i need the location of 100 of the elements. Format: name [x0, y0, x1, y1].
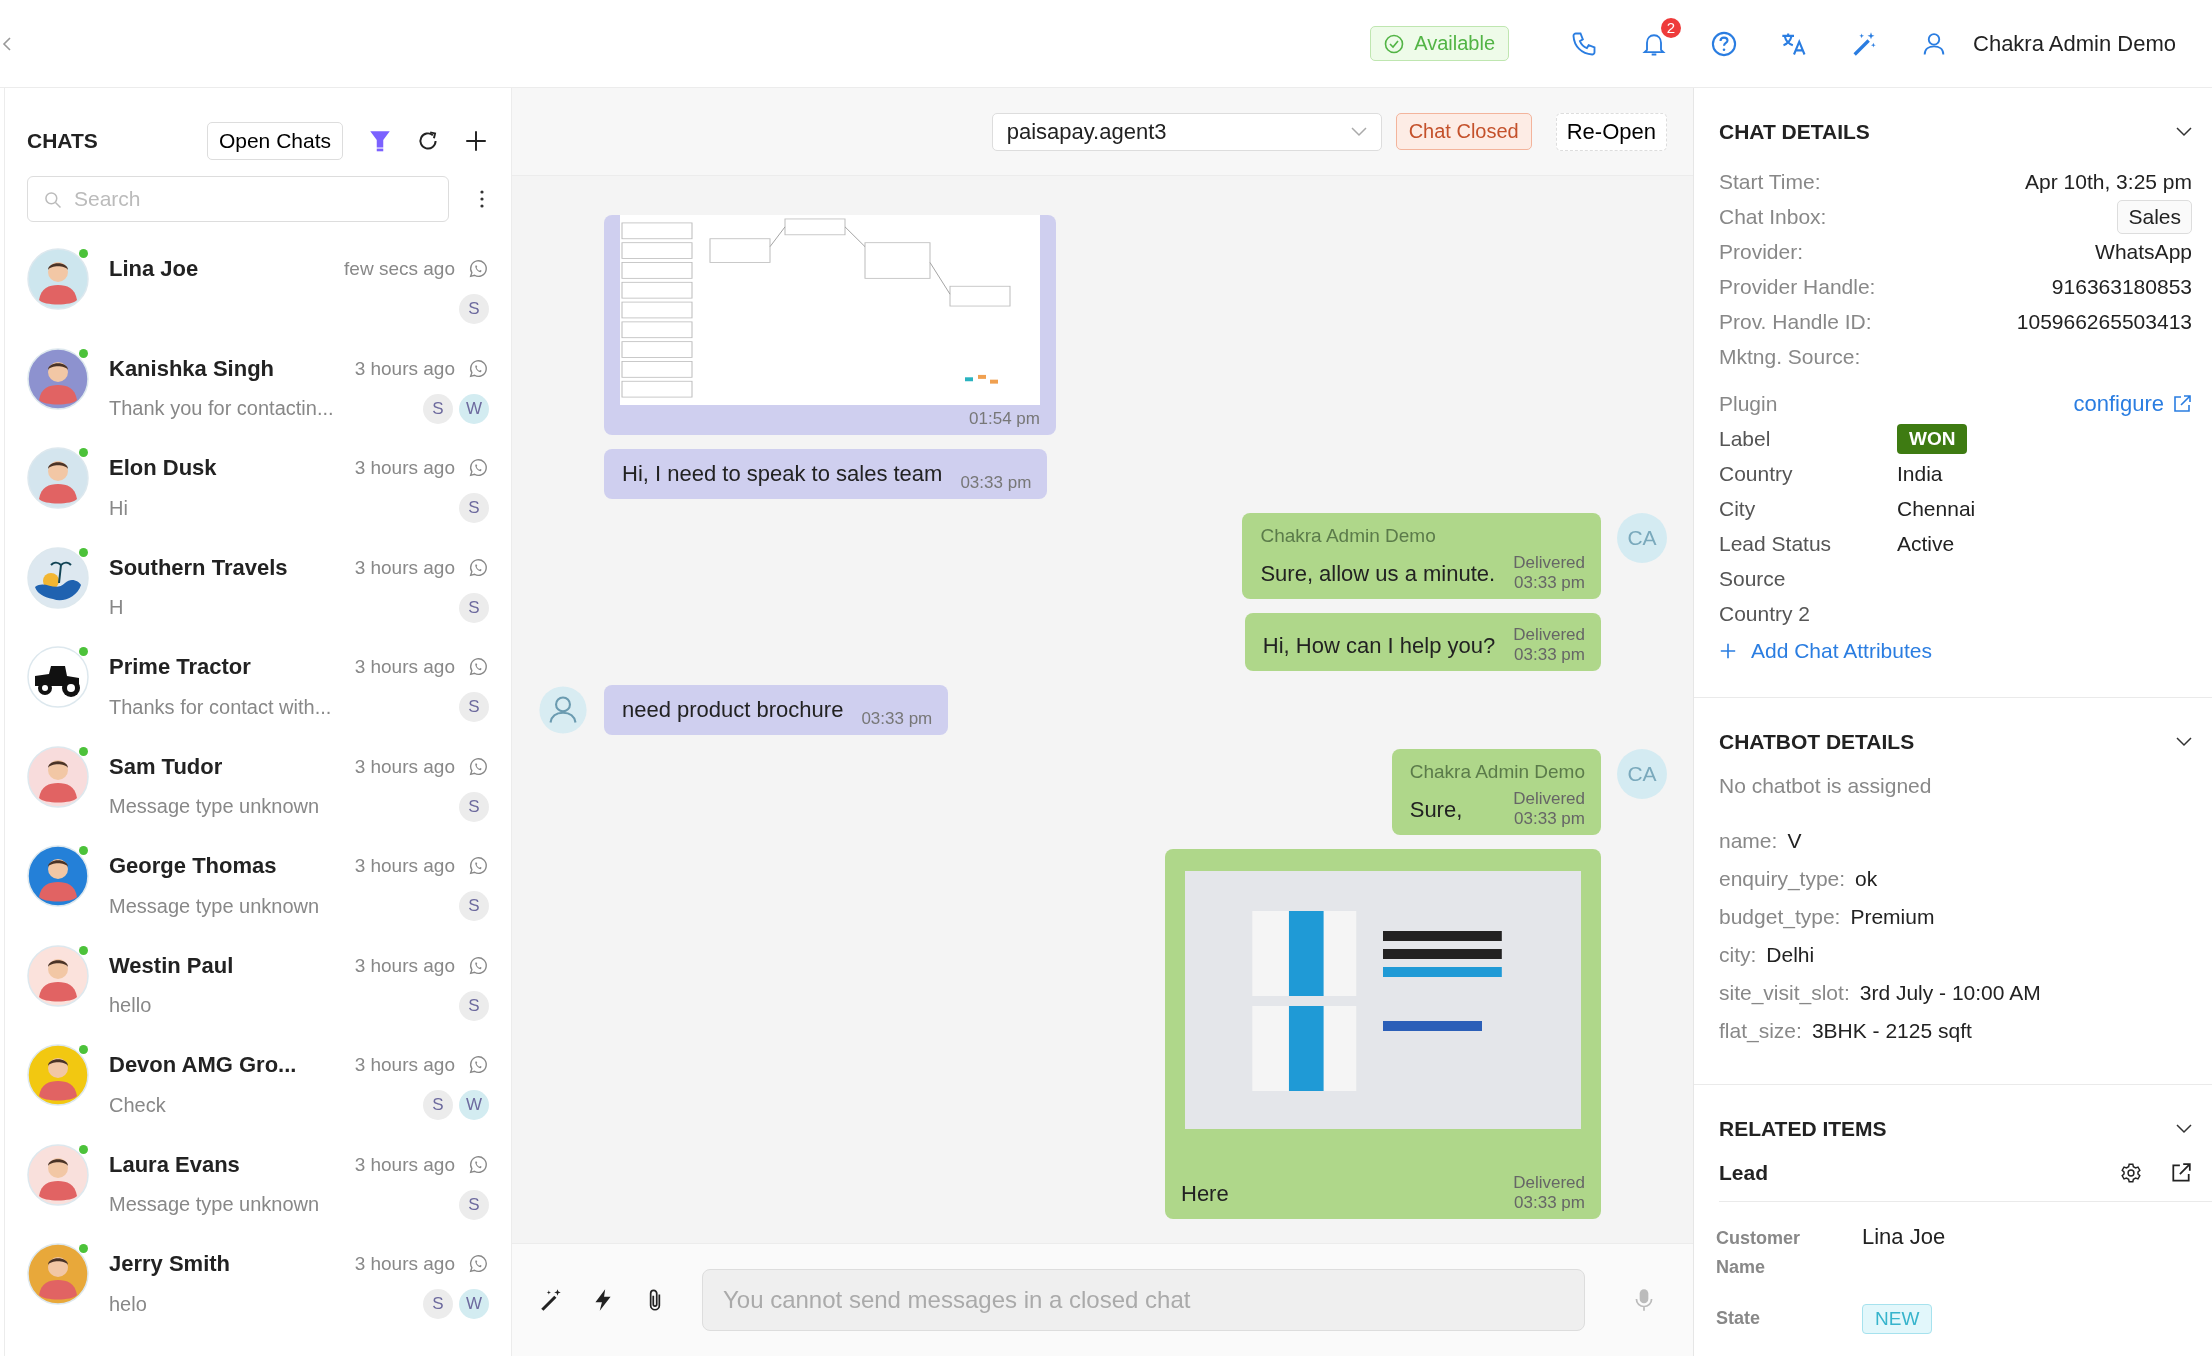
sender-name: Chakra Admin Demo: [1409, 761, 1585, 783]
chat-list-item[interactable]: Sam Tudor 3 hours ago Message type unknown S: [5, 737, 511, 837]
attribute-label: Country 2: [1719, 601, 1812, 626]
message-preview: helo: [109, 1292, 147, 1316]
plus-icon: [1719, 642, 1737, 660]
field-value: 916363180853: [2051, 274, 2192, 299]
contact-name: Kanishka Singh: [109, 355, 275, 382]
contact-name: Devon AMG Gro...: [109, 1052, 297, 1078]
contact-name: Southern Travels: [109, 554, 288, 581]
chat-list-item[interactable]: Southern Travels 3 hours ago H S: [5, 538, 511, 638]
whatsapp-icon: [467, 357, 489, 380]
timestamp: few secs ago: [344, 258, 455, 280]
attribute-value: Chennai: [1897, 496, 1976, 521]
field-label: Prov. Handle ID:: [1719, 309, 1872, 334]
timestamp: 3 hours ago: [354, 1054, 455, 1076]
chat-list-item[interactable]: Prime Tractor 3 hours ago Thanks for contact with... S: [5, 638, 511, 738]
state-badge: NEW: [1862, 1304, 1933, 1334]
field-label: Plugin: [1719, 391, 1778, 416]
external-link-icon[interactable]: [2170, 1162, 2192, 1184]
attribute-label: Country: [1719, 461, 1794, 486]
message-text: need product brochure: [622, 697, 844, 724]
field-value: 105966265503413: [2016, 309, 2192, 334]
add-attributes-button[interactable]: Add Chat Attributes: [1719, 639, 1932, 663]
timestamp: 3 hours ago: [354, 556, 455, 579]
reopen-button[interactable]: Re-Open: [1555, 112, 1667, 151]
field-value: V: [1787, 829, 1802, 853]
field-label: site_visit_slot:: [1719, 981, 1850, 1005]
channel-tag: S: [459, 294, 489, 324]
add-icon[interactable]: [463, 128, 489, 154]
delivery-status: Delivered: [1513, 789, 1585, 809]
timestamp: 3 hours ago: [354, 1253, 455, 1275]
timestamp: 3 hours ago: [354, 1153, 455, 1176]
message-time: 01:54 pm: [969, 409, 1040, 429]
message-text: Hi, How can I help you?: [1262, 633, 1496, 660]
chat-list-item[interactable]: George Thomas 3 hours ago Message type unknown S: [5, 837, 511, 937]
field-label: Start Time:: [1719, 169, 1821, 194]
message-preview: hello: [109, 994, 152, 1017]
timestamp: 3 hours ago: [354, 656, 455, 678]
attribute-label: Source: [1719, 566, 1787, 591]
related-item-title: Lead: [1719, 1161, 1768, 1185]
chat-list-item[interactable]: Kanishka Singh 3 hours ago Thank you for contactin... S W: [5, 339, 511, 439]
message-preview: Check: [109, 1093, 166, 1117]
whatsapp-icon: [467, 457, 489, 479]
field-value: Delhi: [1766, 943, 1815, 967]
contact-name: Lina Joe: [109, 256, 199, 282]
field-value: Premium: [1850, 905, 1935, 929]
field-label: Mktng. Source:: [1719, 344, 1861, 369]
chat-list-item[interactable]: Laura Evans 3 hours ago Message type unknown S: [5, 1135, 511, 1235]
delivery-status: Delivered: [1513, 1173, 1585, 1193]
chat-list-item[interactable]: Lina Joe few secs ago S: [5, 240, 511, 340]
chat-status-badge: Chat Closed: [1395, 113, 1532, 150]
contact-name: Westin Paul: [109, 952, 234, 979]
chevron-down-icon[interactable]: [2176, 737, 2192, 747]
help-icon[interactable]: [1710, 29, 1738, 58]
contact-name: Jerry Smith: [109, 1251, 231, 1277]
field-label: Customer Name: [1716, 1227, 1801, 1279]
chat-list-item[interactable]: Westin Paul 3 hours ago hello S: [5, 936, 511, 1036]
channel-tag: S: [423, 1289, 453, 1319]
message-time: 03:33 pm: [1514, 645, 1585, 665]
section-title: CHAT DETAILS: [1719, 120, 1870, 144]
chevron-down-icon[interactable]: [2176, 1124, 2192, 1134]
message-time: 03:33 pm: [1514, 809, 1585, 829]
message-text: Sure,: [1409, 797, 1463, 824]
sender-name: Chakra Admin Demo: [1260, 525, 1437, 547]
collapse-icon[interactable]: [2, 35, 12, 52]
whatsapp-icon: [467, 1253, 489, 1275]
field-value: WhatsApp: [2095, 239, 2192, 264]
field-label: Chat Inbox:: [1719, 204, 1827, 229]
message-time: 03:33 pm: [861, 709, 933, 729]
whatsapp-icon: [467, 755, 489, 778]
configure-link[interactable]: configure: [2073, 390, 2164, 417]
more-options-icon[interactable]: [479, 189, 485, 209]
field-value: Apr 10th, 3:25 pm: [2025, 169, 2192, 194]
agent-dropdown[interactable]: paisapay.agent3: [991, 112, 1382, 151]
contact-name: Sam Tudor: [109, 753, 223, 780]
chat-list-item[interactable]: Jerry Smith 3 hours ago helo S W: [5, 1235, 511, 1335]
field-value: ok: [1855, 867, 1878, 891]
whatsapp-icon: [467, 1054, 489, 1076]
open-chats-button[interactable]: Open Chats: [206, 122, 343, 160]
chevron-down-icon[interactable]: [2176, 127, 2192, 137]
chat-list-item[interactable]: Devon AMG Gro... 3 hours ago Check S W: [5, 1036, 511, 1136]
channel-tag: S: [459, 1189, 489, 1220]
message-time: 03:33 pm: [1514, 1193, 1585, 1213]
delivery-status: Delivered: [1513, 625, 1585, 645]
attribute-value: Active: [1897, 531, 1955, 556]
filter-icon[interactable]: [367, 128, 393, 154]
whatsapp-icon: [467, 1153, 489, 1176]
field-label: Provider Handle:: [1719, 274, 1876, 299]
message-preview: Message type unknown: [109, 894, 320, 918]
field-value: Lina Joe: [1862, 1224, 1946, 1251]
label-badge: WON: [1897, 423, 1968, 454]
message-preview: H: [109, 596, 124, 619]
channel-tag: S: [459, 493, 489, 523]
attribute-label: City: [1719, 496, 1757, 521]
chat-list-item[interactable]: Elon Dusk 3 hours ago Hi S: [5, 439, 511, 539]
whatsapp-icon: [467, 656, 489, 678]
whatsapp-icon: [467, 258, 489, 280]
search-field[interactable]: Search: [27, 176, 449, 222]
settings-icon[interactable]: [2120, 1162, 2142, 1184]
user-name[interactable]: Chakra Admin Demo: [1973, 30, 2176, 57]
